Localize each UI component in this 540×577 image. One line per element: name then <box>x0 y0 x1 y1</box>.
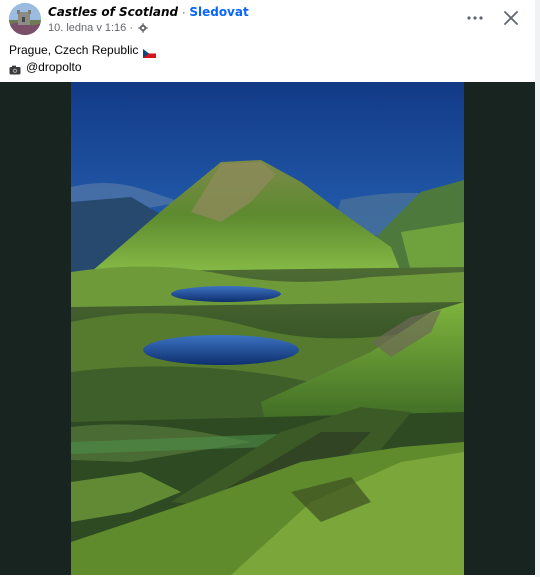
follow-button[interactable]: Sledovat <box>189 5 248 19</box>
caption-location-line: Prague, Czech Republic <box>9 42 157 59</box>
media-viewer <box>0 82 535 575</box>
post-actions <box>464 8 522 28</box>
more-dots-icon[interactable] <box>464 8 486 28</box>
caption-credit[interactable]: @dropolto <box>26 59 82 76</box>
author-separator: · <box>181 5 186 19</box>
caption-location: Prague, Czech Republic <box>9 43 139 57</box>
author-line: Castles of Scotland · Sledovat <box>48 4 249 20</box>
page-avatar[interactable] <box>9 3 41 35</box>
meta-separator: · <box>129 22 134 34</box>
scrollbar-track[interactable] <box>535 0 540 577</box>
close-icon[interactable] <box>500 8 522 28</box>
post-header: Castles of Scotland · Sledovat 10. ledna… <box>0 0 540 82</box>
settings-icon[interactable] <box>138 23 148 37</box>
czech-flag-icon <box>143 46 157 58</box>
castle-avatar-image <box>9 3 41 35</box>
caption-credit-line: @dropolto <box>9 59 156 76</box>
post-timestamp[interactable]: 10. ledna v 1:16 <box>48 22 126 34</box>
landscape-image <box>71 82 464 575</box>
post-photo[interactable] <box>71 82 464 575</box>
camera-icon <box>9 63 21 74</box>
author-name[interactable]: Castles of Scotland <box>48 5 178 19</box>
post-caption: Prague, Czech Republic @dropolto <box>9 42 157 76</box>
post-meta: 10. ledna v 1:16 · <box>48 21 148 35</box>
